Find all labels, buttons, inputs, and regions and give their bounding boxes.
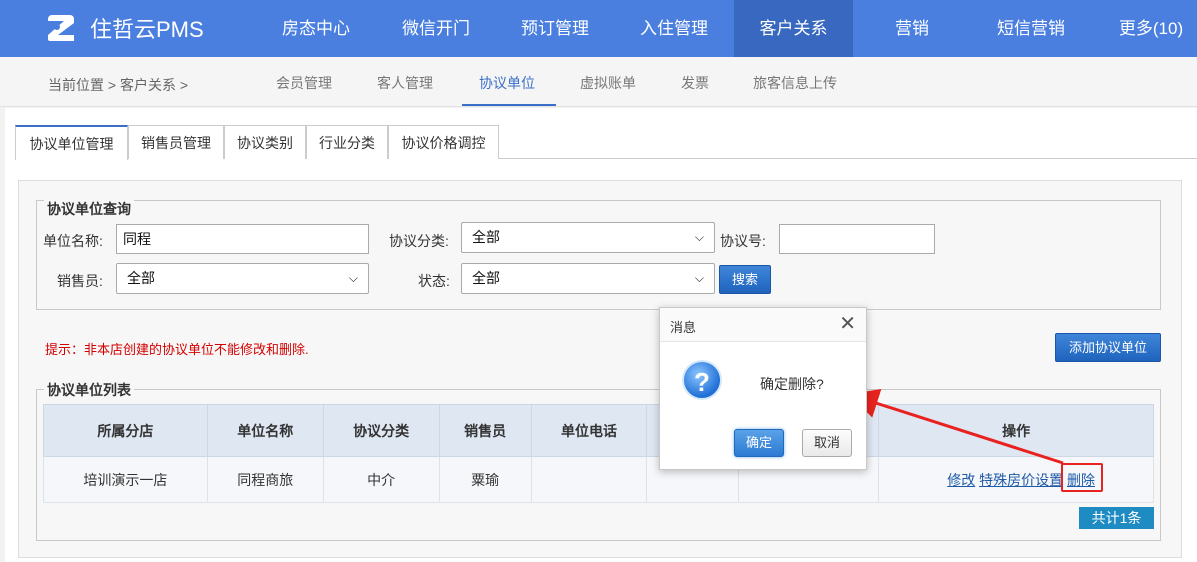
- nav-checkin[interactable]: 入住管理: [620, 0, 728, 57]
- cell-unit-name: 同程商旅: [206, 456, 324, 503]
- tab-agreement-unit-mgmt[interactable]: 协议单位管理: [15, 125, 128, 160]
- col-unit-name: 单位名称: [206, 404, 324, 457]
- total-count-badge: 共计1条: [1079, 507, 1154, 529]
- app-name: 住哲云PMS: [90, 17, 204, 42]
- edit-link[interactable]: 修改: [947, 472, 975, 488]
- dialog-title: 消息: [670, 320, 697, 335]
- col-branch: 所属分店: [43, 404, 208, 457]
- question-icon: ?: [682, 360, 722, 400]
- close-icon[interactable]: ✕: [839, 314, 856, 334]
- subtab-agreement-units[interactable]: 协议单位: [479, 73, 535, 93]
- category-select-value: 全部: [472, 229, 500, 245]
- confirm-cancel-button[interactable]: 取消: [802, 429, 852, 457]
- sales-select[interactable]: 全部 ⌵: [116, 263, 369, 294]
- tab-industry-category[interactable]: 行业分类: [306, 125, 388, 159]
- tab-agreement-category[interactable]: 协议类别: [224, 125, 306, 159]
- chevron-down-icon: ⌵: [694, 271, 704, 285]
- app-logo[interactable]: 住哲云PMS: [44, 11, 204, 45]
- delete-highlight-box: [1061, 463, 1103, 492]
- category-label: 协议分类:: [389, 233, 449, 249]
- unit-name-label: 单位名称:: [43, 233, 103, 249]
- dialog-message: 确定删除?: [760, 376, 824, 392]
- agreement-unit-table: 所属分店 单位名称 协议分类 销售员 单位电话 操作 培训演示一店 同程商旅 中…: [43, 404, 1154, 503]
- hint-text: 提示：非本店创建的协议单位不能修改和删除.: [45, 342, 309, 357]
- tab-sales-mgmt[interactable]: 销售员管理: [128, 125, 224, 159]
- category-select[interactable]: 全部 ⌵: [461, 222, 715, 253]
- nav-more[interactable]: 更多(10): [1105, 0, 1197, 57]
- sales-select-value: 全部: [127, 270, 155, 286]
- app-logo-icon: [44, 11, 78, 45]
- table-header-row: 所属分店 单位名称 协议分类 销售员 单位电话 操作: [43, 404, 1154, 457]
- cell-category: 中介: [322, 456, 440, 503]
- sub-navbar: 当前位置 > 客户关系 > 会员管理 客人管理 协议单位 虚拟账单 发票 旅客信…: [0, 57, 1197, 107]
- col-category: 协议分类: [322, 404, 440, 457]
- active-subtab-indicator: [462, 104, 556, 106]
- nav-room-status[interactable]: 房态中心: [262, 0, 370, 57]
- unit-name-input[interactable]: 同程: [116, 224, 369, 254]
- breadcrumb: 当前位置 > 客户关系 >: [48, 77, 189, 93]
- cell-sales: 粟瑜: [438, 456, 532, 503]
- nav-wechat-door[interactable]: 微信开门: [382, 0, 490, 57]
- chevron-down-icon: ⌵: [694, 230, 704, 244]
- top-navbar: 住哲云PMS 房态中心 微信开门 预订管理 入住管理 客户关系 营销 短信营销 …: [0, 0, 1197, 57]
- add-agreement-unit-button[interactable]: 添加协议单位: [1055, 333, 1161, 362]
- subtab-invoice[interactable]: 发票: [681, 73, 709, 93]
- status-select-value: 全部: [472, 270, 500, 286]
- subtab-guest-upload[interactable]: 旅客信息上传: [753, 73, 837, 93]
- cell-phone: [530, 456, 648, 503]
- cell-actions: 修改 特殊房价设置 删除: [878, 456, 1154, 503]
- sales-label: 销售员:: [57, 273, 103, 289]
- nav-marketing[interactable]: 营销: [858, 0, 966, 57]
- confirm-dialog: 消息 ✕ ? 确定删除? 确定 取消: [659, 307, 867, 470]
- subtab-virtual-bills[interactable]: 虚拟账单: [580, 73, 636, 93]
- col-phone: 单位电话: [530, 404, 648, 457]
- nav-customer-relations[interactable]: 客户关系: [734, 0, 853, 57]
- subtab-guests[interactable]: 客人管理: [377, 73, 433, 93]
- nav-sms-marketing[interactable]: 短信营销: [977, 0, 1085, 57]
- search-button[interactable]: 搜索: [719, 265, 771, 294]
- agreement-no-input[interactable]: [779, 224, 935, 254]
- cell-branch: 培训演示一店: [43, 456, 208, 503]
- status-label: 状态:: [418, 273, 450, 289]
- table-row: 培训演示一店 同程商旅 中介 粟瑜 修改 特殊房价设置 删除: [43, 456, 1154, 503]
- chevron-down-icon: ⌵: [348, 271, 358, 285]
- special-price-link[interactable]: 特殊房价设置: [979, 472, 1063, 488]
- col-actions: 操作: [878, 404, 1154, 457]
- query-legend: 协议单位查询: [44, 199, 134, 219]
- dialog-header: 消息 ✕: [660, 308, 866, 342]
- tab-price-control[interactable]: 协议价格调控: [388, 125, 499, 159]
- agreement-no-label: 协议号:: [720, 233, 766, 249]
- col-sales: 销售员: [438, 404, 532, 457]
- confirm-ok-button[interactable]: 确定: [734, 429, 784, 457]
- nav-booking[interactable]: 预订管理: [501, 0, 609, 57]
- subtab-members[interactable]: 会员管理: [276, 73, 332, 93]
- status-select[interactable]: 全部 ⌵: [461, 263, 715, 294]
- list-legend: 协议单位列表: [44, 380, 134, 400]
